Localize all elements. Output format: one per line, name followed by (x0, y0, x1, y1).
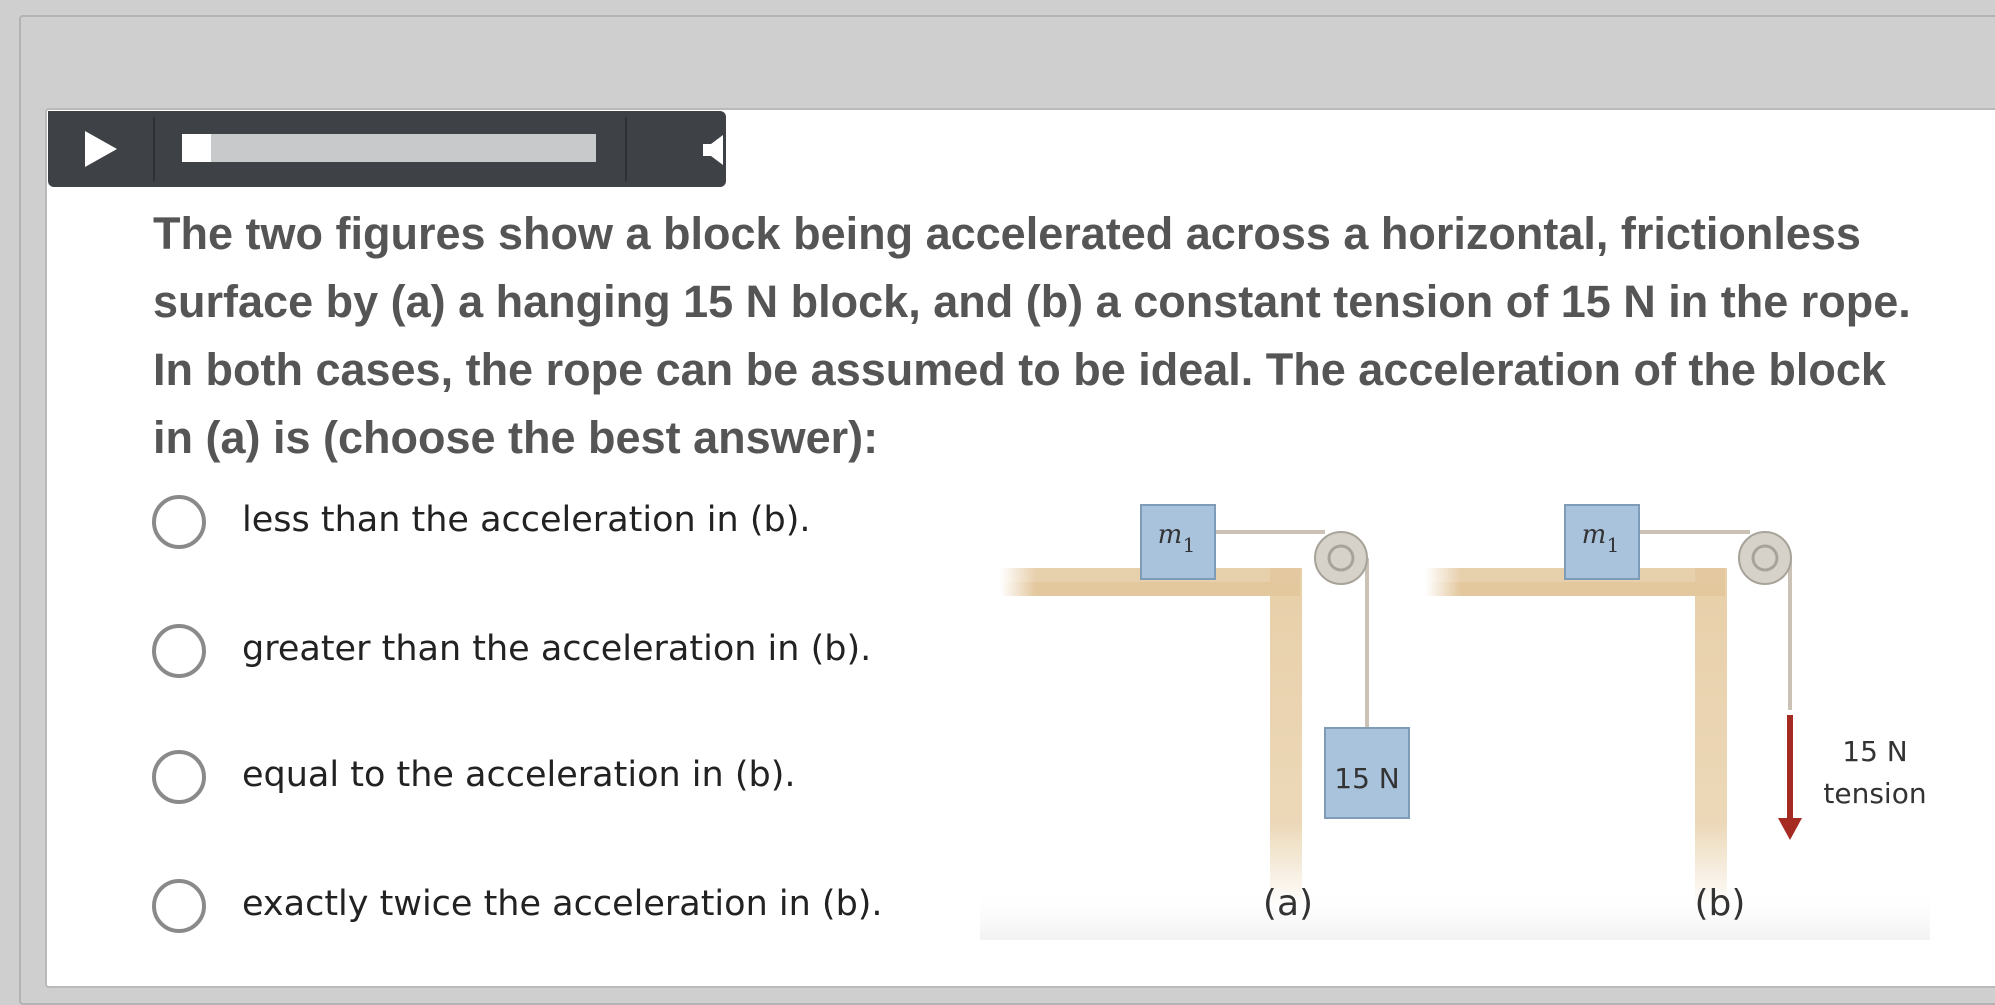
pulley-figure: m 1 15 N (a) m 1 15 N tension (b) (980, 504, 1930, 940)
tension-arrow-head (1778, 818, 1802, 840)
answer-option[interactable]: exactly twice the acceleration in (b). (150, 874, 950, 944)
figure-floor (980, 885, 1930, 940)
player-divider (153, 117, 155, 181)
play-icon (85, 131, 117, 167)
question-text: The two figures show a block being accel… (153, 208, 1911, 463)
answer-option[interactable]: less than the acceleration in (b). (150, 490, 950, 560)
table-top (1000, 582, 1300, 596)
block-mass-subscript: 1 (1607, 533, 1620, 557)
pulley (1314, 531, 1368, 585)
radio-button[interactable] (152, 495, 206, 549)
block-mass-symbol: m (1158, 520, 1183, 550)
radio-button[interactable] (152, 750, 206, 804)
table-leg (1695, 568, 1727, 908)
volume-icon (703, 135, 738, 165)
block-mass-symbol: m (1582, 520, 1607, 550)
hanging-block-label: 15 N (1334, 762, 1399, 795)
caption-b: (b) (1695, 883, 1746, 924)
answer-option-label: less than the acceleration in (b). (242, 500, 811, 540)
table-leg (1270, 568, 1302, 908)
answer-option-label: greater than the acceleration in (b). (242, 629, 872, 669)
progress-slider[interactable] (182, 134, 596, 162)
answer-option[interactable]: equal to the acceleration in (b). (150, 745, 950, 815)
radio-button[interactable] (152, 624, 206, 678)
answer-option-label: equal to the acceleration in (b). (242, 755, 796, 795)
caption-a: (a) (1263, 883, 1313, 924)
table-top (1425, 582, 1725, 596)
radio-button[interactable] (152, 879, 206, 933)
answer-option-label: exactly twice the acceleration in (b). (242, 884, 883, 924)
pulley (1738, 531, 1792, 585)
player-divider (625, 117, 627, 181)
figure-panel-a: m 1 15 N (a) (1000, 504, 1410, 924)
tension-label-value: 15 N (1842, 735, 1907, 768)
volume-button[interactable] (688, 111, 768, 187)
play-button[interactable] (48, 111, 153, 187)
figure-panel-b: m 1 15 N tension (b) (1425, 504, 1927, 924)
tension-label-word: tension (1823, 777, 1926, 810)
answer-option[interactable]: greater than the acceleration in (b). (150, 619, 950, 689)
block-mass-subscript: 1 (1183, 533, 1196, 557)
progress-thumb[interactable] (182, 134, 211, 162)
